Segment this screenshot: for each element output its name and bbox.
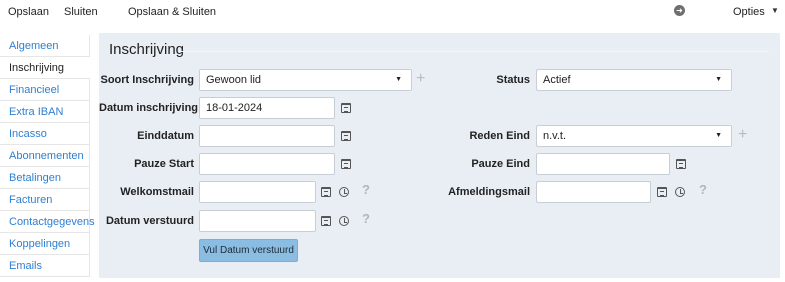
status-label: Status	[496, 74, 530, 86]
pauze-start-input[interactable]	[199, 153, 335, 175]
clock-icon[interactable]	[339, 187, 349, 197]
chevron-down-icon: ▼	[395, 76, 402, 83]
status-select[interactable]: Actief ▼	[536, 69, 732, 91]
pauze-eind-label: Pauze Eind	[471, 158, 530, 170]
sidebar-nav: Algemeen Inschrijving Financieel Extra I…	[0, 35, 95, 282]
calendar-icon[interactable]	[657, 187, 667, 197]
einddatum-label: Einddatum	[137, 130, 194, 142]
sidebar-item-financieel[interactable]: Financieel	[0, 79, 90, 101]
add-reden-icon[interactable]: +	[738, 127, 747, 143]
calendar-icon[interactable]	[341, 131, 351, 141]
sidebar-item-algemeen[interactable]: Algemeen	[0, 35, 90, 57]
arrow-right-circle-icon[interactable]: ➜	[674, 5, 685, 16]
reden-eind-value: n.v.t.	[543, 130, 567, 142]
datum-inschrijving-label: Datum inschrijving	[99, 102, 199, 114]
datum-verstuurd-label: Datum verstuurd	[105, 215, 194, 227]
clock-icon[interactable]	[339, 216, 349, 226]
save-button[interactable]: Opslaan	[8, 6, 49, 18]
sidebar-item-abonnementen[interactable]: Abonnementen	[0, 145, 90, 167]
soort-inschrijving-value: Gewoon lid	[206, 74, 262, 86]
sidebar-item-inschrijving[interactable]: Inschrijving	[0, 57, 90, 79]
toolbar: Opslaan Sluiten Opslaan & Sluiten ➜ Opti…	[0, 0, 785, 24]
options-menu-button[interactable]: Opties	[733, 6, 765, 18]
help-icon[interactable]: ?	[699, 182, 707, 197]
chevron-down-icon: ▼	[715, 76, 722, 83]
title-divider	[179, 51, 769, 52]
sidebar-item-incasso[interactable]: Incasso	[0, 123, 90, 145]
panel-title: Inschrijving	[109, 41, 185, 58]
pauze-eind-input[interactable]	[536, 153, 670, 175]
help-icon[interactable]: ?	[362, 211, 370, 226]
pauze-start-label: Pauze Start	[134, 158, 194, 170]
chevron-down-icon: ▼	[715, 132, 722, 139]
datum-inschrijving-input[interactable]: 18-01-2024	[199, 97, 335, 119]
datum-verstuurd-input[interactable]	[199, 210, 316, 232]
chevron-down-icon[interactable]: ▼	[771, 6, 779, 15]
clock-icon[interactable]	[675, 187, 685, 197]
sidebar-item-emails[interactable]: Emails	[0, 255, 90, 277]
add-soort-icon[interactable]: +	[416, 71, 425, 87]
save-close-button[interactable]: Opslaan & Sluiten	[128, 6, 216, 18]
soort-inschrijving-label: Soort Inschrijving	[100, 74, 194, 86]
afmeldingsmail-label: Afmeldingsmail	[448, 186, 530, 198]
welkomstmail-date-input[interactable]	[199, 181, 316, 203]
calendar-icon[interactable]	[676, 159, 686, 169]
inschrijving-panel: Inschrijving Soort Inschrijving Gewoon l…	[99, 33, 780, 278]
sidebar-item-extra-iban[interactable]: Extra IBAN	[0, 101, 90, 123]
einddatum-input[interactable]	[199, 125, 335, 147]
sidebar-item-betalingen[interactable]: Betalingen	[0, 167, 90, 189]
status-value: Actief	[543, 74, 571, 86]
help-icon[interactable]: ?	[362, 182, 370, 197]
calendar-icon[interactable]	[341, 103, 351, 113]
sidebar-item-facturen[interactable]: Facturen	[0, 189, 90, 211]
close-button[interactable]: Sluiten	[64, 6, 98, 18]
reden-eind-select[interactable]: n.v.t. ▼	[536, 125, 732, 147]
afmeldingsmail-date-input[interactable]	[536, 181, 651, 203]
welkomstmail-label: Welkomstmail	[120, 186, 194, 198]
soort-inschrijving-select[interactable]: Gewoon lid ▼	[199, 69, 412, 91]
calendar-icon[interactable]	[321, 187, 331, 197]
sidebar-item-contactgegevens[interactable]: Contactgegevens	[0, 211, 95, 233]
calendar-icon[interactable]	[321, 216, 331, 226]
sidebar-item-koppelingen[interactable]: Koppelingen	[0, 233, 90, 255]
calendar-icon[interactable]	[341, 159, 351, 169]
reden-eind-label: Reden Eind	[469, 130, 530, 142]
vul-datum-verstuurd-button[interactable]: Vul Datum verstuurd	[199, 239, 298, 262]
